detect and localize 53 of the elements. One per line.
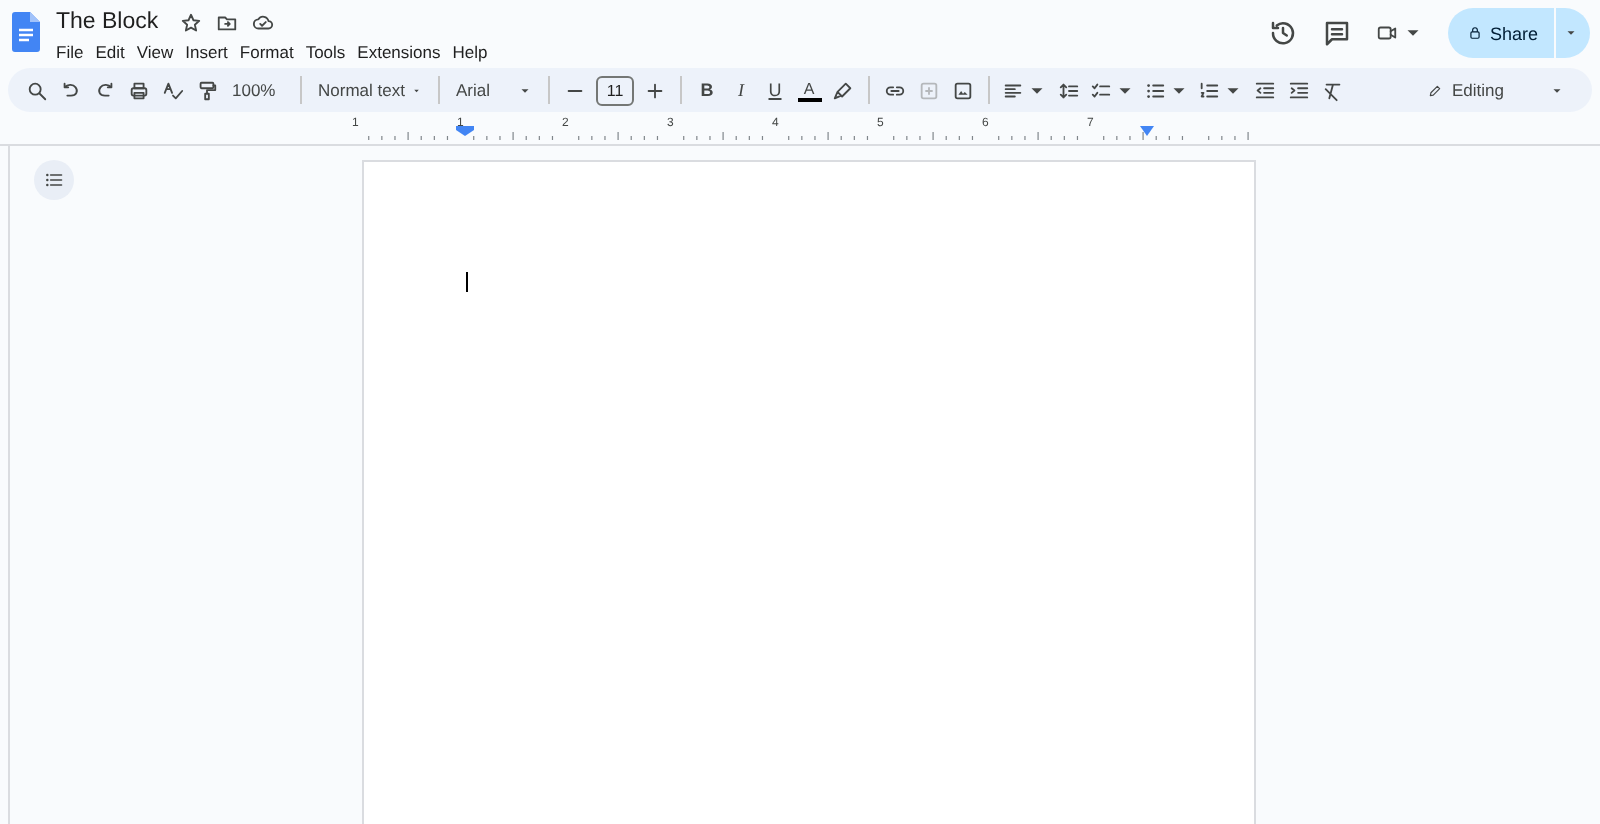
caret-icon <box>1550 83 1564 97</box>
comment-icon[interactable] <box>1321 18 1352 48</box>
menu-item[interactable]: Tools <box>305 42 346 62</box>
indent-icon <box>1288 79 1310 101</box>
font-dropdown[interactable]: Arial <box>448 72 540 108</box>
history-icon[interactable] <box>1267 18 1298 48</box>
left-indent-marker[interactable] <box>456 126 474 136</box>
plus-icon <box>644 79 666 101</box>
text-color-button[interactable]: A <box>792 79 826 101</box>
star-icon[interactable] <box>180 11 203 33</box>
style-dropdown[interactable]: Normal text <box>310 72 430 108</box>
editing-mode-dropdown[interactable]: Editing <box>1420 80 1580 100</box>
zoom-dropdown[interactable]: 100% <box>224 72 292 108</box>
right-indent-marker[interactable] <box>1140 126 1154 136</box>
text-cursor <box>466 272 468 292</box>
menu-item[interactable]: View <box>136 42 174 62</box>
search-icon <box>26 79 48 101</box>
undo-icon <box>60 79 82 101</box>
numbered-icon <box>1198 79 1220 101</box>
menu-item[interactable]: Help <box>452 42 488 62</box>
print-icon <box>128 79 150 101</box>
document-outline-button[interactable] <box>34 160 74 200</box>
add-comment-icon <box>918 79 940 101</box>
clear-icon <box>1322 79 1344 101</box>
menu-item[interactable]: Edit <box>95 42 125 62</box>
underline-button[interactable]: U <box>758 80 792 100</box>
highlight-icon <box>832 79 854 101</box>
paint-icon <box>196 79 218 101</box>
camera-icon <box>1375 22 1398 44</box>
pencil-icon <box>1428 83 1442 97</box>
spacing-icon <box>1058 79 1080 101</box>
list-icon <box>44 170 64 190</box>
spell-icon <box>162 79 184 101</box>
checklist-icon <box>1090 79 1112 101</box>
align-icon <box>1002 79 1024 101</box>
italic-button[interactable]: I <box>724 80 758 100</box>
image-icon <box>952 79 974 101</box>
menu-item[interactable]: File <box>56 42 84 62</box>
cloud-icon[interactable] <box>252 11 275 33</box>
bullets-icon <box>1144 79 1166 101</box>
folder-icon[interactable] <box>216 11 239 33</box>
caret-icon <box>1564 26 1578 40</box>
menu-item[interactable]: Extensions <box>357 42 441 62</box>
menu-item[interactable]: Insert <box>185 42 228 62</box>
redo-icon <box>94 79 116 101</box>
font-size-field[interactable]: 11 <box>596 75 634 105</box>
lock-icon <box>1467 26 1482 40</box>
docs-logo[interactable] <box>12 12 40 52</box>
bold-button[interactable]: B <box>690 80 724 100</box>
menu-item[interactable]: Format <box>239 42 294 62</box>
document-title[interactable]: The Block <box>56 10 159 34</box>
caret-icon <box>518 83 532 97</box>
outdent-icon <box>1254 79 1276 101</box>
